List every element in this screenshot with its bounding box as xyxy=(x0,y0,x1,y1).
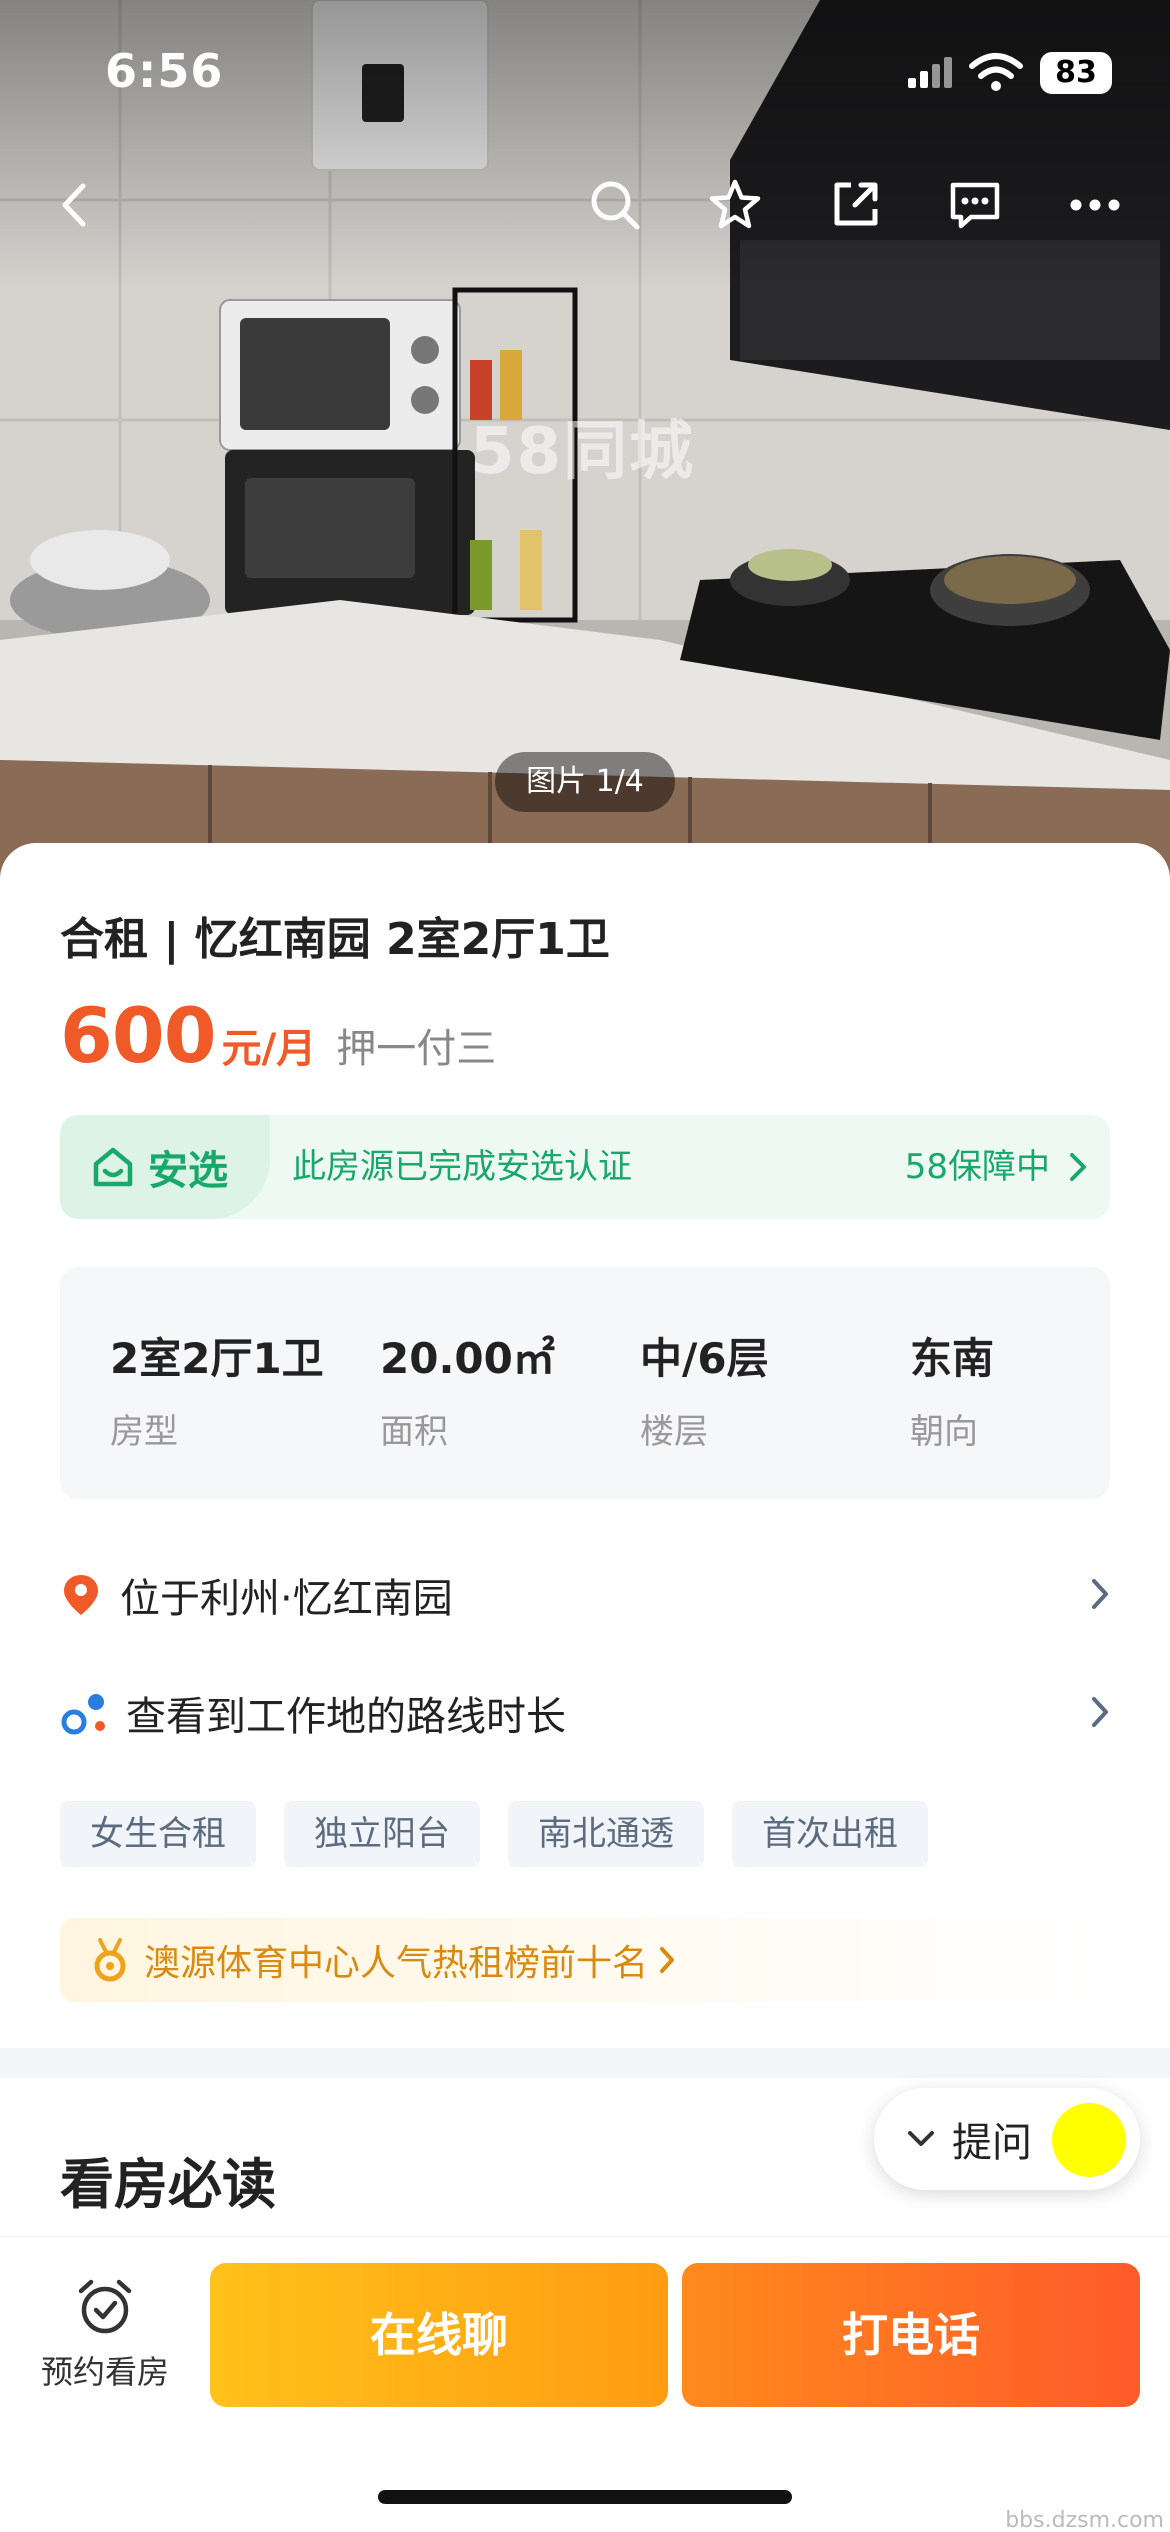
anxuan-badge: 安选 xyxy=(60,1115,270,1219)
listing-photo[interactable]: 6:56 83 58同城 图片 1/4 xyxy=(0,0,1170,880)
more-button[interactable] xyxy=(1060,170,1130,240)
section-title: 看房必读 xyxy=(60,2153,276,2216)
action-bar: 预约看房 在线聊 打电话 xyxy=(0,2236,1170,2532)
ask-label: 提问 xyxy=(952,2120,1032,2166)
medal-icon xyxy=(94,1938,126,1982)
alarm-clock-icon xyxy=(78,2279,132,2334)
location-pin-icon xyxy=(64,1575,98,1615)
price-unit: 元/月 xyxy=(221,1026,317,1072)
favorite-button[interactable] xyxy=(700,170,770,240)
commute-text: 查看到工作地的路线时长 xyxy=(126,1694,566,1740)
share-icon xyxy=(834,182,878,226)
feature-tag: 独立阳台 xyxy=(284,1801,480,1867)
guarantee-status: 58保障中 xyxy=(904,1147,1050,1187)
chevron-right-icon xyxy=(1092,1579,1108,1609)
chevron-right-icon xyxy=(1070,1153,1086,1181)
property-facts: 2室2厅1卫 房型 20.00㎡ 面积 中/6层 楼层 东南 朝向 xyxy=(60,1267,1110,1499)
listing-details: 合租 | 忆红南园 2室2厅1卫 600 元/月 押一付三 安选 此房源已完成安… xyxy=(0,843,1170,2243)
chevron-down-icon xyxy=(908,2131,934,2146)
status-bar: 6:56 83 xyxy=(0,0,1170,140)
feature-tag: 南北通透 xyxy=(508,1801,704,1867)
fact-value: 2室2厅1卫 xyxy=(110,1334,324,1383)
star-icon xyxy=(709,179,761,229)
fact-floor: 中/6层 楼层 xyxy=(640,1325,769,1453)
search-icon xyxy=(591,181,640,230)
assistant-avatar xyxy=(1052,2103,1126,2177)
house-smile-icon xyxy=(93,1147,133,1187)
photo-toolbar xyxy=(0,170,1170,240)
fact-area: 20.00㎡ 面积 xyxy=(380,1325,555,1453)
fact-layout: 2室2厅1卫 房型 xyxy=(110,1325,324,1453)
message-button[interactable] xyxy=(940,170,1010,240)
price-row: 600 元/月 押一付三 xyxy=(60,991,496,1081)
anxuan-certification-banner[interactable]: 安选 此房源已完成安选认证 58保障中 xyxy=(60,1115,1110,1219)
cellular-signal-icon xyxy=(908,57,952,88)
fact-value: 20.00㎡ xyxy=(380,1334,555,1383)
fact-label: 朝向 xyxy=(910,1412,978,1452)
watermark-logo: 58同城 xyxy=(470,415,696,489)
location-row[interactable]: 位于利州·忆红南园 xyxy=(60,1555,1110,1635)
ranking-text: 澳源体育中心人气热租榜前十名 xyxy=(144,1943,649,1984)
fact-label: 房型 xyxy=(110,1412,178,1452)
more-icon xyxy=(1070,199,1120,211)
route-icon xyxy=(61,1694,105,1735)
home-indicator[interactable] xyxy=(378,2490,792,2504)
fact-orientation: 东南 朝向 xyxy=(910,1325,994,1453)
section-divider xyxy=(0,2048,1170,2078)
feature-tags: 女生合租 独立阳台 南北通透 首次出租 xyxy=(60,1801,928,1867)
ranking-banner[interactable]: 澳源体育中心人气热租榜前十名 xyxy=(60,1918,1110,2002)
image-counter: 图片 1/4 xyxy=(495,752,675,812)
deposit-terms: 押一付三 xyxy=(336,1026,497,1072)
site-watermark: bbs.dzsm.com xyxy=(1005,2508,1164,2532)
search-button[interactable] xyxy=(580,170,650,240)
anxuan-badge-label: 安选 xyxy=(148,1148,228,1194)
call-button[interactable]: 打电话 xyxy=(682,2263,1140,2407)
anxuan-description: 此房源已完成安选认证 xyxy=(292,1147,632,1187)
back-button[interactable] xyxy=(40,170,110,240)
fact-label: 楼层 xyxy=(640,1412,708,1452)
message-icon xyxy=(950,182,1000,229)
fact-value: 东南 xyxy=(910,1334,995,1383)
back-icon xyxy=(62,183,86,227)
schedule-visit-button[interactable]: 预约看房 xyxy=(30,2277,180,2417)
ask-question-button[interactable]: 提问 xyxy=(874,2088,1140,2190)
price-value: 600 xyxy=(60,991,217,1080)
chevron-right-icon xyxy=(1092,1697,1108,1727)
location-text: 位于利州·忆红南园 xyxy=(120,1576,453,1622)
feature-tag: 女生合租 xyxy=(60,1801,256,1867)
chevron-right-icon xyxy=(660,1947,675,1973)
status-time: 6:56 xyxy=(105,44,224,98)
battery-indicator: 83 xyxy=(1040,52,1112,94)
wifi-icon xyxy=(969,53,1023,91)
commute-row[interactable]: 查看到工作地的路线时长 xyxy=(60,1673,1110,1753)
online-chat-button[interactable]: 在线聊 xyxy=(210,2263,668,2407)
feature-tag: 首次出租 xyxy=(732,1801,928,1867)
schedule-visit-label: 预约看房 xyxy=(40,2353,169,2391)
fact-label: 面积 xyxy=(380,1412,448,1452)
fact-value: 中/6层 xyxy=(640,1334,769,1383)
listing-title: 合租 | 忆红南园 2室2厅1卫 xyxy=(60,914,610,965)
share-button[interactable] xyxy=(820,170,890,240)
